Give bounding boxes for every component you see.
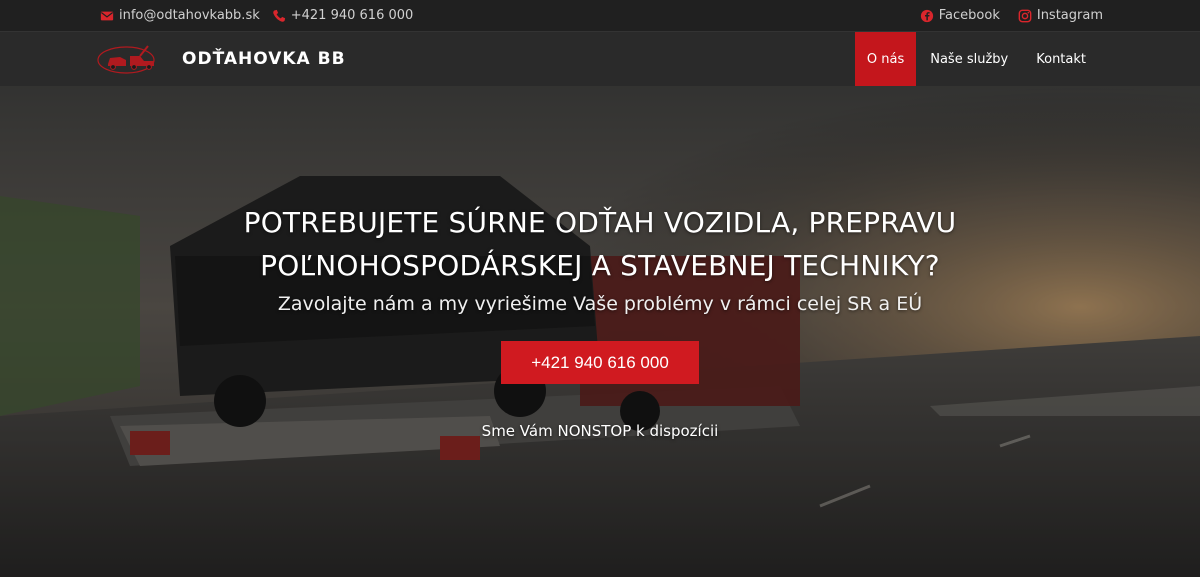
hero-subtitle: Zavolajte nám a my vyriešime Vaše problé… <box>277 293 923 315</box>
main-navbar: ODŤAHOVKA BB O nás Naše služby Kontakt <box>0 31 1200 87</box>
call-button[interactable]: +421 940 616 000 <box>501 341 699 384</box>
nav-item-kontakt[interactable]: Kontakt <box>1022 32 1100 87</box>
email-text: info@odtahovkabb.sk <box>119 8 260 23</box>
facebook-link[interactable]: Facebook <box>920 8 1000 23</box>
nav-menu: O nás Naše služby Kontakt <box>854 31 1100 87</box>
hero-headline-line2: POĽNOHOSPODÁRSKEJ A STAVEBNEJ TECHNIKY? <box>260 249 940 282</box>
instagram-label: Instagram <box>1036 8 1103 23</box>
nav-item-nase-sluzby[interactable]: Naše služby <box>916 32 1022 87</box>
brand-name: ODŤAHOVKA BB <box>182 49 346 69</box>
instagram-link[interactable]: Instagram <box>1018 8 1103 23</box>
envelope-icon <box>100 11 114 20</box>
top-bar: info@odtahovkabb.sk +421 940 616 000 Fac… <box>0 0 1200 31</box>
contact-info: info@odtahovkabb.sk +421 940 616 000 <box>100 8 413 23</box>
hero-headline: POTREBUJETE SÚRNE ODŤAH VOZIDLA, PREPRAV… <box>0 201 1200 287</box>
email-link[interactable]: info@odtahovkabb.sk <box>100 8 260 23</box>
instagram-icon <box>1018 9 1032 22</box>
facebook-icon <box>920 9 933 22</box>
phone-link[interactable]: +421 940 616 000 <box>272 8 414 23</box>
tow-truck-logo <box>97 45 155 74</box>
hero-content: POTREBUJETE SÚRNE ODŤAH VOZIDLA, PREPRAV… <box>0 201 1200 440</box>
brand[interactable]: ODŤAHOVKA BB <box>96 42 346 76</box>
phone-icon <box>273 9 285 22</box>
social-links: Facebook Instagram <box>920 8 1103 23</box>
phone-text: +421 940 616 000 <box>290 8 414 23</box>
hero-headline-line1: POTREBUJETE SÚRNE ODŤAH VOZIDLA, PREPRAV… <box>243 206 957 239</box>
facebook-label: Facebook <box>938 8 1000 23</box>
nav-item-o-nas[interactable]: O nás <box>854 31 917 87</box>
hero-section: POTREBUJETE SÚRNE ODŤAH VOZIDLA, PREPRAV… <box>0 86 1200 577</box>
nonstop-note: Sme Vám NONSTOP k dispozícii <box>481 422 719 440</box>
